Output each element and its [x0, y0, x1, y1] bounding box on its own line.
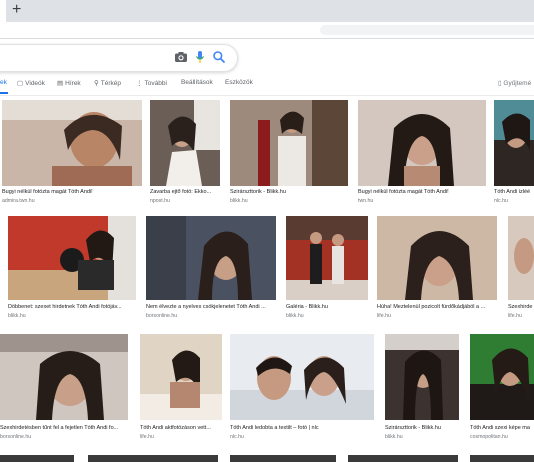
result-thumbnail[interactable] — [385, 334, 459, 420]
tab-videos[interactable]: ▢ Videók — [17, 79, 45, 87]
result-thumbnail[interactable] — [286, 216, 368, 300]
tab-settings[interactable]: Beállítások — [181, 79, 213, 86]
result-thumbnail[interactable] — [470, 334, 534, 420]
news-icon: ▤ — [57, 80, 64, 87]
result-thumbnail[interactable] — [150, 100, 220, 186]
browser-tab-strip: + — [0, 0, 534, 22]
result-thumbnail[interactable] — [494, 100, 534, 186]
tab-maps[interactable]: ⚲ Térkép — [94, 79, 121, 87]
image-result[interactable] — [470, 455, 534, 462]
browser-toolbar — [0, 22, 534, 39]
camera-icon[interactable] — [174, 50, 188, 64]
bookmark-icon: ▯ — [498, 80, 502, 87]
tab-tools[interactable]: Eszközök — [225, 79, 253, 86]
result-thumbnail[interactable] — [230, 100, 348, 186]
result-thumbnail[interactable] — [146, 216, 276, 300]
new-tab-button[interactable]: + — [12, 1, 21, 19]
tab-news[interactable]: ▤ Hírek — [57, 79, 81, 87]
collections-button[interactable]: ▯ Gyűjtemé — [498, 79, 531, 87]
result-thumbnail[interactable] — [2, 100, 142, 186]
tab-more[interactable]: ⋮ További — [136, 79, 167, 87]
result-thumbnail[interactable] — [377, 216, 497, 300]
search-tabs: ek ▢ Videók ▤ Hírek ⚲ Térkép ⋮ További Beáll… — [0, 76, 534, 92]
result-thumbnail[interactable] — [358, 100, 486, 186]
image-result[interactable] — [348, 455, 458, 462]
video-icon: ▢ — [17, 80, 24, 87]
result-thumbnail[interactable] — [140, 334, 222, 420]
image-result[interactable] — [230, 455, 336, 462]
more-icon: ⋮ — [136, 80, 143, 87]
image-result[interactable] — [0, 455, 74, 462]
result-thumbnail[interactable] — [8, 216, 136, 300]
result-thumbnail[interactable] — [0, 334, 128, 420]
image-result[interactable] — [88, 455, 218, 462]
divider — [0, 95, 534, 96]
active-tab-indicator — [0, 92, 8, 94]
result-thumbnail[interactable] — [508, 216, 534, 300]
result-thumbnail[interactable] — [230, 334, 374, 420]
address-bar[interactable] — [320, 25, 534, 35]
tab-all[interactable]: ek — [0, 79, 7, 86]
browser-tab[interactable] — [0, 0, 6, 22]
map-pin-icon: ⚲ — [94, 80, 99, 87]
search-icon[interactable] — [212, 50, 226, 64]
microphone-icon[interactable] — [195, 50, 205, 64]
